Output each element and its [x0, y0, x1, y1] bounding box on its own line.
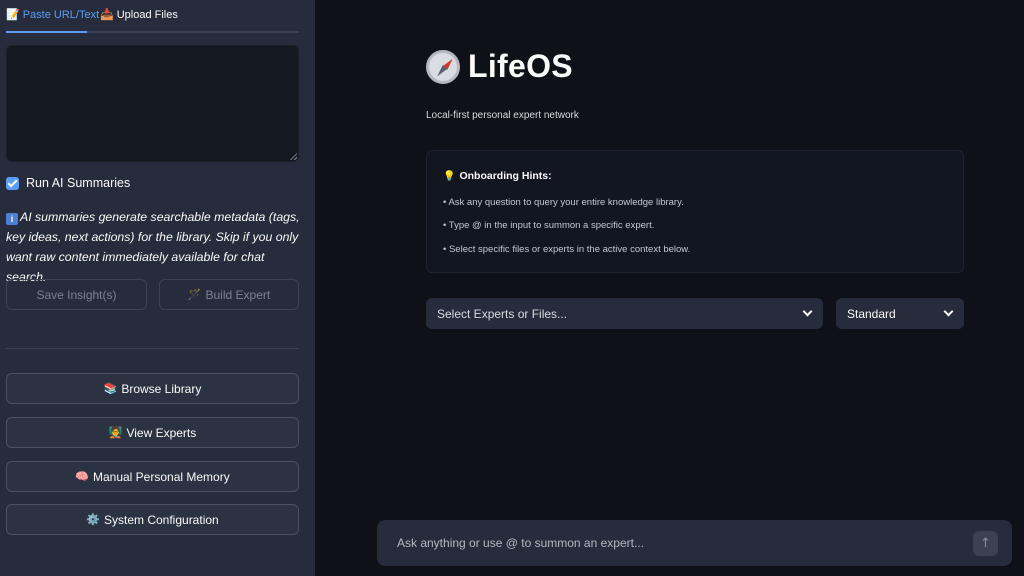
memo-icon: 📝: [6, 8, 20, 21]
app-title: LifeOS: [468, 48, 573, 84]
page-subtitle: Local-first personal expert network: [426, 110, 579, 121]
checkbox-checked-icon[interactable]: [6, 176, 19, 190]
chat-input[interactable]: Ask anything or use @ to summon an exper…: [397, 536, 644, 550]
hint-item: • Ask any question to query your entire …: [443, 197, 684, 208]
send-button[interactable]: ↑: [973, 531, 998, 556]
gear-icon: ⚙️: [86, 513, 100, 526]
sidebar: 📝 Paste URL/Text 📥 Upload Files Run AI S…: [0, 0, 315, 576]
tab-label: Upload Files: [116, 8, 178, 21]
sidebar-divider: [6, 348, 299, 349]
magic-wand-icon: 🪄: [187, 288, 202, 301]
tab-paste-url-text[interactable]: 📝 Paste URL/Text: [6, 8, 99, 21]
hint-item: • Type @ in the input to summon a specif…: [443, 220, 655, 231]
browse-library-button[interactable]: 📚 Browse Library: [6, 373, 299, 404]
run-ai-summaries-checkbox[interactable]: Run AI Summaries: [6, 176, 130, 190]
paste-content-textarea[interactable]: [6, 45, 299, 162]
build-expert-label: Build Expert: [205, 287, 271, 302]
hints-title-text: Onboarding Hints:: [459, 170, 552, 182]
manual-personal-memory-label: Manual Personal Memory: [92, 469, 230, 484]
system-configuration-button[interactable]: ⚙️ System Configuration: [6, 504, 299, 535]
view-experts-label: View Experts: [126, 425, 197, 440]
build-expert-button[interactable]: 🪄 Build Expert: [159, 279, 299, 310]
page-title: LifeOS: [426, 48, 573, 85]
browse-library-label: Browse Library: [121, 381, 202, 396]
system-configuration-label: System Configuration: [103, 512, 219, 527]
compass-icon: [426, 49, 460, 84]
teacher-icon: 🧑‍🏫: [108, 426, 123, 439]
view-experts-button[interactable]: 🧑‍🏫 View Experts: [6, 417, 299, 448]
save-insights-button[interactable]: Save Insight(s): [6, 279, 147, 310]
books-icon: 📚: [103, 382, 118, 395]
hints-title: 💡 Onboarding Hints:: [443, 170, 552, 182]
info-icon: i: [6, 213, 18, 225]
textarea-resize-handle[interactable]: [289, 152, 297, 160]
info-text: AI summaries generate searchable metadat…: [6, 210, 300, 284]
manual-personal-memory-button[interactable]: 🧠 Manual Personal Memory: [6, 461, 299, 492]
expert-file-select[interactable]: Select Experts or Files...: [426, 298, 823, 329]
light-bulb-icon: 💡: [443, 170, 456, 182]
expert-file-select-placeholder: Select Experts or Files...: [437, 306, 568, 321]
input-tabs: 📝 Paste URL/Text 📥 Upload Files: [6, 0, 299, 33]
checkbox-label: Run AI Summaries: [26, 176, 131, 190]
save-insights-label: Save Insight(s): [36, 287, 117, 302]
onboarding-hints: 💡 Onboarding Hints: • Ask any question t…: [426, 150, 964, 273]
arrow-up-icon: ↑: [980, 536, 991, 551]
mode-select[interactable]: Standard: [836, 298, 964, 329]
mode-select-value: Standard: [847, 306, 896, 321]
tab-label: Paste URL/Text: [22, 8, 100, 21]
chevron-down-icon: [802, 306, 813, 317]
chevron-down-icon: [943, 306, 954, 317]
ai-summaries-info: i AI summaries generate searchable metada…: [6, 207, 306, 287]
hint-item: • Select specific files or experts in th…: [443, 244, 691, 255]
inbox-tray-icon: 📥: [100, 8, 114, 21]
chat-input-bar[interactable]: Ask anything or use @ to summon an exper…: [377, 520, 1012, 566]
tab-upload-files[interactable]: 📥 Upload Files: [100, 8, 178, 21]
active-tab-indicator: [6, 31, 87, 33]
brain-icon: 🧠: [75, 470, 89, 483]
